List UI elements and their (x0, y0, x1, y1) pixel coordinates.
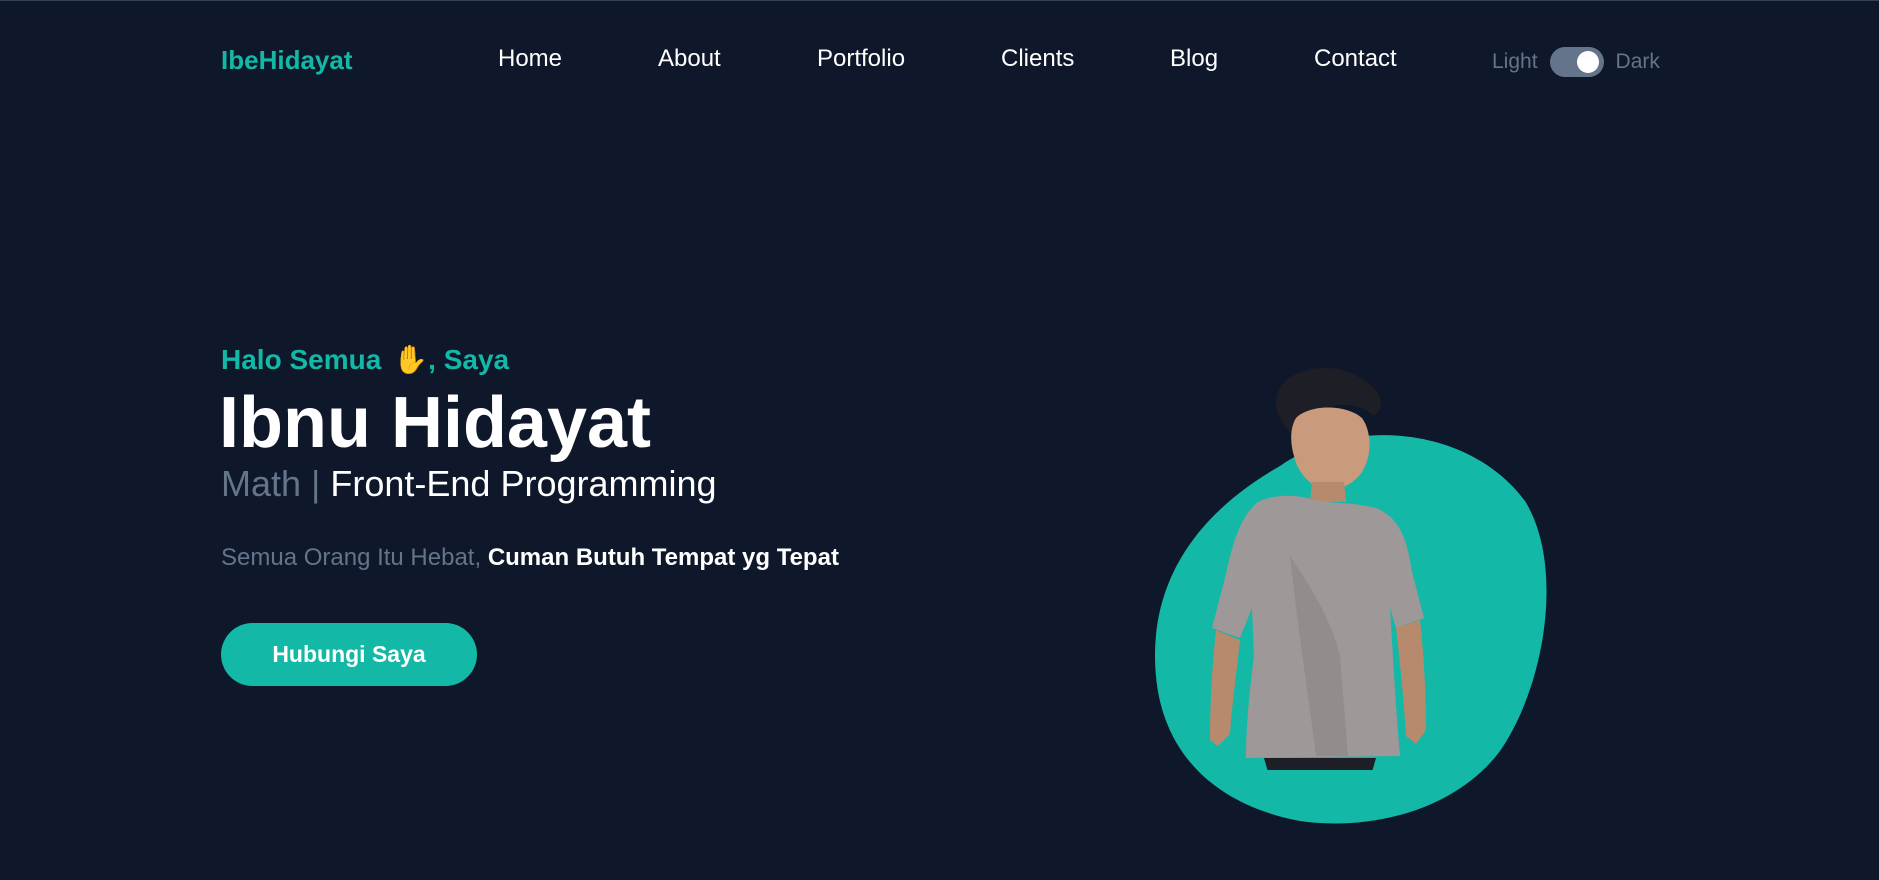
hero-role: Math | Front-End Programming (221, 463, 717, 505)
dark-mode-switch[interactable] (1549, 47, 1604, 77)
nav-link-home[interactable]: Home (498, 45, 562, 73)
nav-link-contact[interactable]: Contact (1314, 45, 1397, 73)
waving-hand-icon: ✋ (393, 343, 429, 376)
role-prefix: Math | (221, 463, 331, 504)
contact-me-button[interactable]: Hubungi Saya (221, 623, 477, 686)
nav-link-about[interactable]: About (658, 45, 721, 73)
theme-light-label: Light (1492, 50, 1538, 73)
profile-portrait (1155, 367, 1547, 824)
tagline-muted-text: Semua Orang Itu Hebat, (221, 544, 488, 571)
greeting-suffix: , Saya (428, 344, 510, 375)
nav-link-portfolio[interactable]: Portfolio (817, 45, 905, 73)
portrait-bottom-edge (1200, 770, 1460, 772)
theme-toggle: Light Dark (1492, 45, 1660, 79)
theme-dark-label: Dark (1615, 50, 1660, 73)
switch-knob (1576, 51, 1599, 73)
nav-link-clients[interactable]: Clients (1001, 45, 1074, 73)
role-title: Front-End Programming (330, 463, 717, 504)
hero-tagline: Semua Orang Itu Hebat, Cuman Butuh Tempa… (221, 544, 839, 572)
greeting-text: Halo Semua (221, 344, 382, 375)
hero-name: Ibnu Hidayat (219, 383, 652, 463)
hero-greeting: Halo Semua ✋, Saya (221, 343, 509, 376)
tagline-strong-text: Cuman Butuh Tempat yg Tepat (487, 544, 839, 571)
nav-link-blog[interactable]: Blog (1170, 45, 1218, 73)
page: IbeHidayat Home About Portfolio Clients … (0, 0, 1879, 880)
